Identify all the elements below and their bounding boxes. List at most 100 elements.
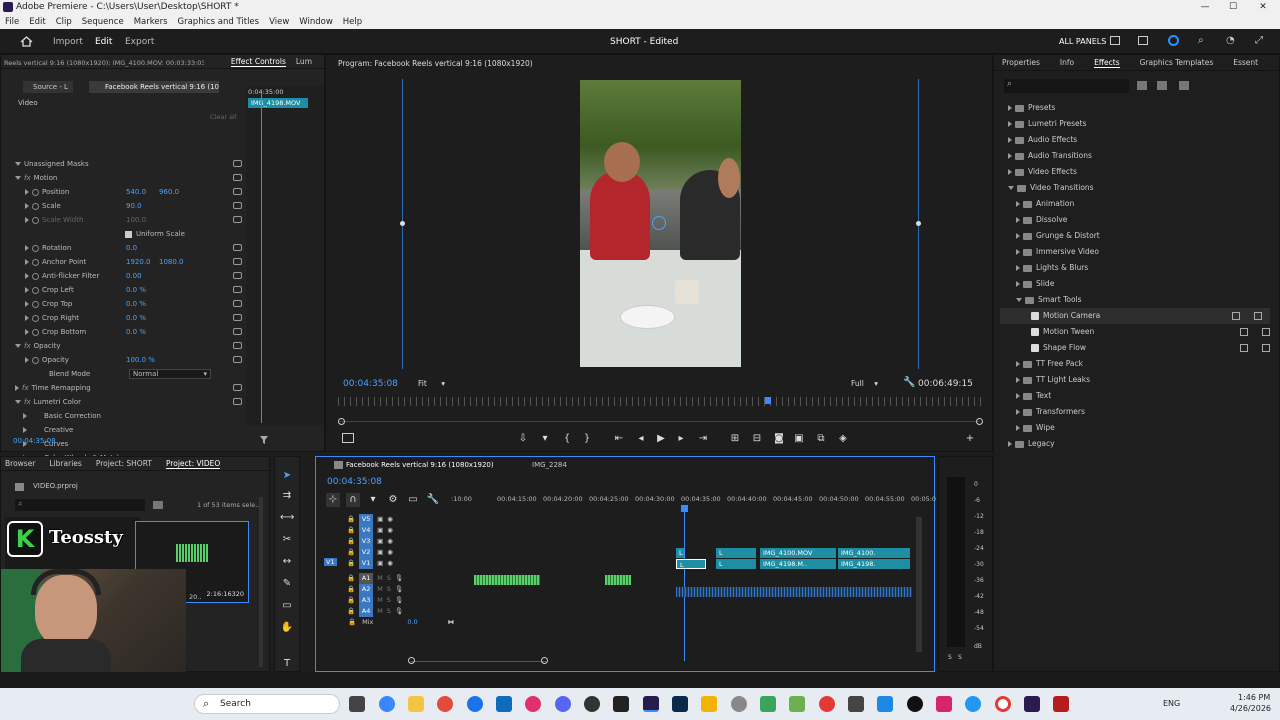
effects-item-legacy[interactable]: Legacy xyxy=(1008,436,1278,452)
effects-item-immersive-video[interactable]: Immersive Video xyxy=(1016,244,1278,260)
chevron-right-icon[interactable] xyxy=(1016,377,1020,383)
track-header-a2[interactable]: 🔒 A2 M S 🎙 xyxy=(342,584,442,595)
solo-icon[interactable]: S xyxy=(387,574,391,582)
go-to-in-icon[interactable]: ⇤ xyxy=(612,432,626,446)
chevron-right-icon[interactable] xyxy=(1008,441,1012,447)
reset-icon[interactable] xyxy=(233,216,242,223)
reset-icon[interactable] xyxy=(233,202,242,209)
32bit-effects-icon[interactable] xyxy=(1157,81,1167,90)
timeline-ruler[interactable]: :10:00 00:04:15:00 00:04:20:00 00:04:25:00 0… xyxy=(451,495,936,505)
stopwatch-icon[interactable] xyxy=(32,188,39,196)
mute-icon[interactable]: M xyxy=(377,607,383,615)
zoom-handle-right[interactable] xyxy=(976,418,983,425)
ec-value-1[interactable]: 0.0 % xyxy=(126,283,146,297)
track-header-a3[interactable]: 🔒 A3 M S 🎙 xyxy=(342,595,442,606)
insert-icon[interactable]: ⊞ xyxy=(728,432,742,446)
ec-value-1[interactable]: 90.0 xyxy=(126,199,142,213)
effects-item-transformers[interactable]: Transformers xyxy=(1016,404,1278,420)
ec-value-1[interactable]: 100.0 % xyxy=(126,353,155,367)
razor-icon[interactable]: ✂ xyxy=(280,533,294,547)
mark-in-icon[interactable]: { xyxy=(560,432,574,446)
lift-icon[interactable]: ⇩ xyxy=(516,432,530,446)
instagram-icon[interactable] xyxy=(525,696,541,712)
ec-row-uniform-scale[interactable]: Uniform Scale xyxy=(1,227,246,241)
clip-img4100b[interactable]: IMG_4100. xyxy=(838,548,910,558)
reset-icon[interactable] xyxy=(233,244,242,251)
meter-solo-1[interactable]: S xyxy=(948,654,952,661)
solo-icon[interactable]: S xyxy=(387,585,391,593)
effects-item-motion-camera[interactable]: Motion Camera xyxy=(1000,308,1270,324)
effects-item-smart-tools[interactable]: Smart Tools xyxy=(1016,292,1278,308)
selection-tool-icon[interactable]: ➤ xyxy=(280,469,294,483)
tab-libraries[interactable]: Libraries xyxy=(49,459,81,468)
handle-left[interactable] xyxy=(400,221,405,226)
search-icon[interactable]: ⌕ xyxy=(1198,35,1204,46)
vr-icon[interactable]: ⧉ xyxy=(814,432,828,446)
effects-item-audio-transitions[interactable]: Audio Transitions xyxy=(1008,148,1278,164)
timeline-scrollbar[interactable] xyxy=(916,517,922,652)
tiktok-icon[interactable] xyxy=(907,696,923,712)
comparison-icon[interactable]: ▣ xyxy=(792,432,806,446)
timeline-wrench-icon[interactable]: 🔧 xyxy=(426,493,440,507)
program-timecode[interactable]: 00:04:35:08 xyxy=(343,379,398,389)
clip-v1-l[interactable]: L xyxy=(676,559,706,569)
ec-value-1[interactable]: 0.0 % xyxy=(126,325,146,339)
reset-icon[interactable] xyxy=(233,300,242,307)
menu-edit[interactable]: Edit xyxy=(29,15,45,29)
stopwatch-icon[interactable] xyxy=(32,300,39,308)
ec-row-opacity[interactable]: Opacity 100.0 % xyxy=(1,353,246,367)
reset-icon[interactable] xyxy=(233,160,242,167)
reset-icon[interactable] xyxy=(233,384,242,391)
github-icon[interactable] xyxy=(613,696,629,712)
tab-browser[interactable]: Browser xyxy=(5,459,35,468)
tab-properties[interactable]: Properties xyxy=(1002,58,1040,67)
camera-icon[interactable]: ◙ xyxy=(772,432,786,446)
uniform-scale-checkbox[interactable] xyxy=(125,230,132,238)
menu-clip[interactable]: Clip xyxy=(56,15,72,29)
lock-icon[interactable]: 🔒 xyxy=(347,607,355,615)
snap-icon[interactable]: ⊹ xyxy=(326,493,340,507)
maximize-button[interactable]: ☐ xyxy=(1218,0,1248,15)
share-icon[interactable] xyxy=(1138,36,1148,45)
effects-item-shape-flow[interactable]: Shape Flow xyxy=(1024,340,1278,356)
clip-v2-l2[interactable]: L xyxy=(716,548,756,558)
panel-layout-icon[interactable] xyxy=(1110,36,1120,45)
resolution-dropdown[interactable]: Full ▾ xyxy=(851,378,895,390)
tab-effects[interactable]: Effects xyxy=(1094,58,1120,68)
effects-item-lumetri-presets[interactable]: Lumetri Presets xyxy=(1008,116,1278,132)
rectangle-icon[interactable]: ▭ xyxy=(280,599,294,613)
add-button-icon[interactable]: + xyxy=(963,432,977,446)
program-playhead[interactable] xyxy=(765,397,771,404)
ec-value-1[interactable]: 540.0 xyxy=(126,185,146,199)
handle-right[interactable] xyxy=(916,221,921,226)
stopwatch-icon[interactable] xyxy=(32,272,39,280)
store-icon[interactable] xyxy=(496,696,512,712)
effects-item-tt-free-pack[interactable]: TT Free Pack xyxy=(1016,356,1278,372)
track-header-v3[interactable]: 🔒 V3 ▣ ◉ xyxy=(342,536,432,547)
meter-solo-2[interactable]: S xyxy=(958,654,962,661)
blend-mode-dropdown[interactable]: Normal ▾ xyxy=(129,369,211,379)
chrome-2-icon[interactable] xyxy=(467,696,483,712)
close-button[interactable]: ✕ xyxy=(1248,0,1278,15)
effects-item-audio-effects[interactable]: Audio Effects xyxy=(1008,132,1278,148)
stopwatch-icon[interactable] xyxy=(32,258,39,266)
reset-icon[interactable] xyxy=(233,342,242,349)
lock-icon[interactable]: 🔒 xyxy=(347,515,355,523)
ec-playhead[interactable] xyxy=(261,93,262,423)
timeline-zoom-right[interactable] xyxy=(541,657,548,664)
vpn-icon[interactable] xyxy=(877,696,893,712)
notifications-icon[interactable]: ◔ xyxy=(1226,35,1235,46)
project-scrollbar[interactable] xyxy=(259,497,263,667)
add-marker-icon[interactable]: ▾ xyxy=(366,493,380,507)
reset-icon[interactable] xyxy=(233,174,242,181)
clip-v1-l2[interactable]: L xyxy=(716,559,756,569)
eye-icon[interactable]: ◉ xyxy=(387,515,393,523)
tab-info[interactable]: Info xyxy=(1060,58,1074,67)
menu-sequence[interactable]: Sequence xyxy=(82,15,124,29)
explorer-icon[interactable] xyxy=(408,696,424,712)
effects-item-dissolve[interactable]: Dissolve xyxy=(1016,212,1278,228)
hand-icon[interactable]: ✋ xyxy=(280,621,294,635)
capcut-icon[interactable] xyxy=(936,696,952,712)
reset-icon[interactable] xyxy=(233,286,242,293)
chevron-right-icon[interactable] xyxy=(1008,153,1012,159)
